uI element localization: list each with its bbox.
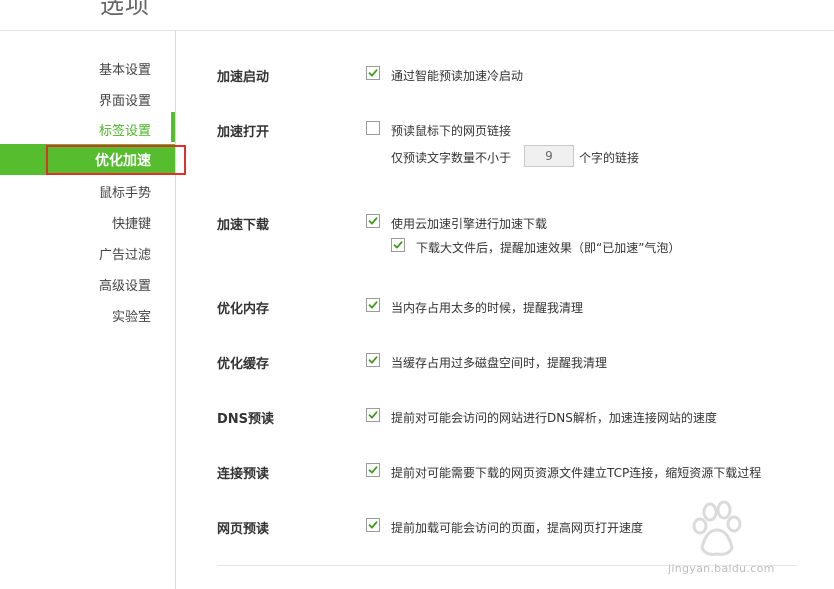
checkbox-page-prefetch[interactable] (366, 518, 380, 532)
check-icon (368, 411, 378, 419)
option-label: 使用云加速引擎进行加速下载 (391, 217, 548, 231)
checkbox-memory[interactable] (366, 298, 380, 312)
checkbox-startup[interactable] (366, 66, 380, 80)
sidebar-item-shortcuts[interactable]: 快捷键 (112, 213, 151, 232)
sidebar-item-adblock[interactable]: 广告过滤 (99, 244, 151, 263)
option-label: 当缓存占用过多磁盘空间时，提醒我清理 (391, 356, 608, 370)
sidebar: 基本设置 界面设置 标签设置 优化加速 鼠标手势 快捷键 广告过滤 高级设置 实… (0, 31, 176, 589)
check-icon (368, 217, 378, 225)
nav-indicator (171, 112, 175, 142)
section-label-startup: 加速启动 (217, 70, 270, 85)
baidu-paw-icon (692, 500, 742, 556)
option-label: 提前对可能会访问的网站进行DNS解析，加速连接网站的速度 (391, 411, 717, 425)
section-label-download: 加速下载 (217, 218, 270, 233)
check-icon (393, 241, 403, 249)
sidebar-item-mouse-gestures[interactable]: 鼠标手势 (99, 182, 151, 201)
min-chars-prefix: 仅预读文字数量不小于 (391, 151, 512, 165)
check-icon (368, 466, 378, 474)
option-label: 预读鼠标下的网页链接 (391, 124, 512, 138)
sidebar-item-interface[interactable]: 界面设置 (99, 90, 151, 109)
option-label: 提前对可能需要下载的网页资源文件建立TCP连接，缩短资源下载过程 (391, 466, 762, 480)
option-label: 当内存占用太多的时候，提醒我清理 (391, 301, 584, 315)
option-label: 通过智能预读加速冷启动 (391, 69, 524, 83)
checkbox-tcp-preconnect[interactable] (366, 463, 380, 477)
section-label-dns: DNS预读 (217, 412, 275, 427)
checkbox-download-bubble[interactable] (391, 238, 405, 252)
sidebar-item-advanced[interactable]: 高级设置 (99, 275, 151, 294)
check-icon (368, 356, 378, 364)
sidebar-item-lab[interactable]: 实验室 (112, 306, 151, 325)
check-icon (368, 521, 378, 529)
watermark-url: jingyan.baidu.com (668, 562, 775, 575)
check-icon (368, 301, 378, 309)
checkbox-cache[interactable] (366, 353, 380, 367)
section-label-connect: 连接预读 (217, 467, 270, 482)
section-label-memory: 优化内存 (217, 302, 270, 317)
window-title: 选项 (100, 0, 150, 19)
checkbox-dns[interactable] (366, 408, 380, 422)
min-chars-input[interactable] (524, 145, 574, 167)
sidebar-item-basic[interactable]: 基本设置 (99, 59, 151, 78)
highlight-box (46, 145, 186, 175)
min-chars-suffix: 个字的链接 (579, 151, 640, 165)
checkbox-prefetch-links[interactable] (366, 121, 380, 135)
option-label: 下载大文件后，提醒加速效果（即“已加速”气泡） (416, 241, 681, 255)
sidebar-item-tabs[interactable]: 标签设置 (99, 120, 151, 139)
section-label-open: 加速打开 (217, 125, 270, 140)
section-label-cache: 优化缓存 (217, 357, 270, 372)
option-label: 提前加载可能会访问的页面，提高网页打开速度 (391, 521, 644, 535)
section-label-page: 网页预读 (217, 522, 270, 537)
checkbox-cloud-download[interactable] (366, 214, 380, 228)
check-icon (368, 69, 378, 77)
title-bar: 选项 (0, 0, 834, 31)
